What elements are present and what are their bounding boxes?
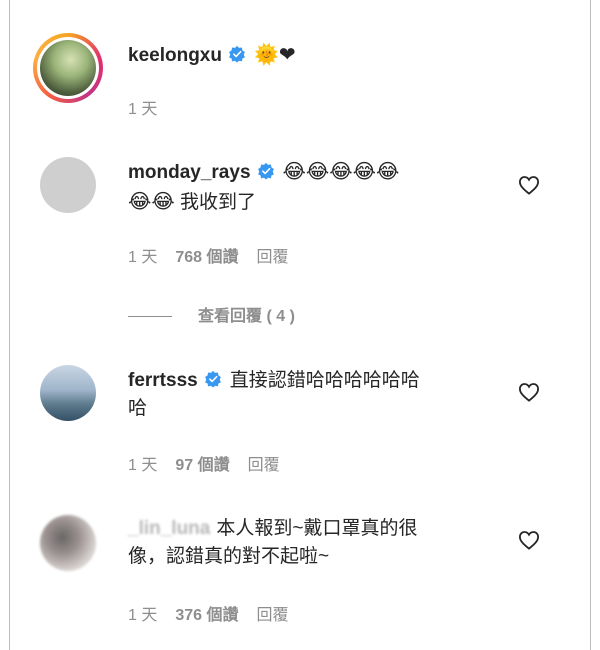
comment-body-line2: 哈 [128, 398, 148, 419]
heart-outline-icon[interactable] [518, 175, 540, 195]
comment-likes[interactable]: 97 個讚 [175, 457, 229, 474]
avatar[interactable] [40, 515, 96, 571]
view-replies-dash [128, 316, 172, 318]
comment-body: 直接認錯哈哈哈哈哈哈 [229, 370, 420, 391]
verified-badge-icon [204, 370, 221, 388]
comment-emojis-line1: 😂😂😂😂😂 [282, 159, 400, 183]
comment-time[interactable]: 1 天 [128, 457, 157, 474]
avatar-story-ring[interactable] [33, 33, 103, 103]
username[interactable]: monday_rays [128, 162, 251, 183]
username[interactable]: keelongxu [128, 45, 222, 66]
comment-text: keelongxu 🌞❤ [128, 40, 498, 70]
comment-time[interactable]: 1 天 [128, 249, 157, 266]
verified-badge-icon [229, 45, 245, 63]
comment-meta: 1 天 97 個讚 回覆 [128, 451, 298, 475]
reply-button[interactable]: 回覆 [257, 607, 289, 624]
comment-time[interactable]: 1 天 [128, 607, 157, 624]
frame-divider-left [9, 0, 10, 650]
view-replies-label: 查看回覆 ( 4 ) [198, 308, 295, 325]
comment-meta: 1 天 768 個讚 回覆 [128, 243, 307, 267]
avatar[interactable] [40, 365, 96, 421]
comment-body: 我收到了 [180, 192, 257, 213]
comment-meta: 1 天 [128, 95, 175, 119]
reply-button[interactable]: 回覆 [248, 457, 280, 474]
comment-text: ferrtsss 直接認錯哈哈哈哈哈哈 哈 [128, 367, 498, 423]
comment-emojis-line2: 😂😂 [128, 189, 175, 213]
username[interactable]: _lin_luna [128, 518, 210, 539]
avatar [40, 40, 96, 96]
verified-badge-icon [257, 162, 274, 180]
comment-meta: 1 天 376 個讚 回覆 [128, 601, 307, 625]
view-replies-button[interactable]: 查看回覆 ( 4 ) [128, 302, 295, 326]
username[interactable]: ferrtsss [128, 370, 198, 391]
reply-button[interactable]: 回覆 [257, 249, 289, 266]
comment-likes[interactable]: 376 個讚 [175, 607, 238, 624]
frame-divider-right [590, 0, 591, 650]
heart-outline-icon[interactable] [518, 382, 540, 402]
avatar[interactable] [40, 157, 96, 213]
comment-text: monday_rays 😂😂😂😂😂 😂😂 我收到了 [128, 157, 498, 217]
comment-body-line2: 像，認錯真的對不起啦~ [128, 546, 330, 567]
comment-text: _lin_luna 本人報到~戴口罩真的很 像，認錯真的對不起啦~ [128, 515, 498, 571]
comment-likes[interactable]: 768 個讚 [175, 249, 238, 266]
comment-body: 本人報到~戴口罩真的很 [216, 518, 418, 539]
comment-emojis: 🌞❤ [253, 42, 296, 66]
heart-outline-icon[interactable] [518, 530, 540, 550]
comment-time[interactable]: 1 天 [128, 101, 157, 118]
